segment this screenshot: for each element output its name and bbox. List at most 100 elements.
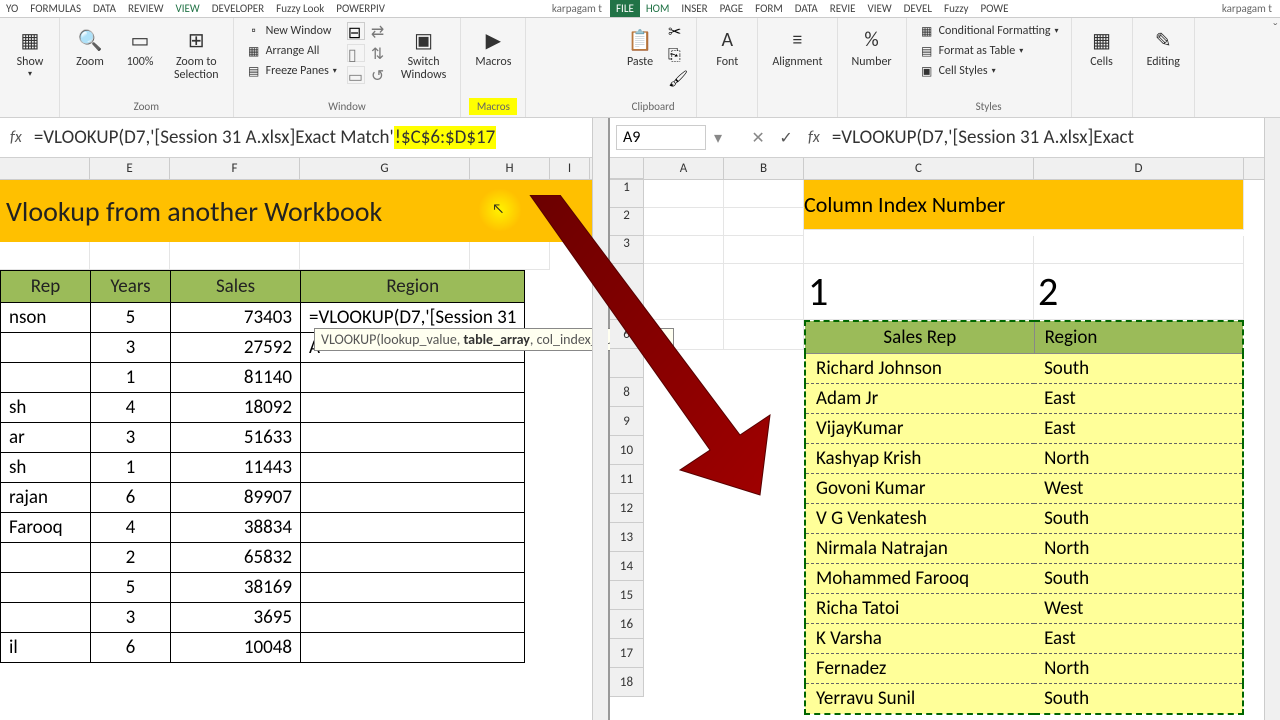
row-6[interactable]: 6	[610, 320, 644, 349]
split-icon[interactable]: ⊟	[347, 22, 365, 40]
col-G[interactable]: G	[300, 158, 470, 179]
cell-rep[interactable]: Richard Johnson	[805, 354, 1034, 384]
cell-sales[interactable]: 18092	[171, 393, 301, 423]
show-button[interactable]: ▦ Show ▾	[8, 22, 52, 81]
cell-region[interactable]	[301, 543, 525, 573]
tab-page[interactable]: PAGE	[714, 0, 749, 17]
cell-region[interactable]: East	[1034, 624, 1243, 654]
row-18[interactable]: 18	[610, 668, 644, 697]
fmt-table-button[interactable]: ▤Format as Table▾	[915, 42, 1063, 60]
cell-rep[interactable]: rajan	[1, 483, 91, 513]
col-B[interactable]: B	[724, 158, 804, 179]
cond-fmt-button[interactable]: ▦Conditional Formatting▾	[915, 22, 1063, 40]
row-14[interactable]: 14	[610, 552, 644, 581]
cell-years[interactable]: 6	[91, 633, 171, 663]
row-13[interactable]: 13	[610, 523, 644, 552]
fx-icon-right[interactable]: fx	[804, 128, 824, 147]
cell-rep[interactable]: il	[1, 633, 91, 663]
collapse-ribbon-icon[interactable]: ˇ	[1272, 20, 1278, 37]
cell-region[interactable]	[301, 513, 525, 543]
name-box[interactable]	[616, 125, 706, 150]
tab-view-r[interactable]: VIEW	[861, 0, 897, 17]
row-2[interactable]: 2	[610, 208, 644, 236]
cell-region[interactable]	[301, 573, 525, 603]
copy-icon[interactable]: ⎘	[668, 46, 688, 65]
cell-region[interactable]: North	[1034, 534, 1243, 564]
paste-button[interactable]: 📋Paste	[618, 22, 662, 71]
cell-years[interactable]: 5	[91, 573, 171, 603]
cell-rep[interactable]	[1, 333, 91, 363]
cell-region[interactable]	[301, 393, 525, 423]
tab-review-r[interactable]: REVIE	[824, 0, 862, 17]
tab-powerpivot[interactable]: POWERPIV	[330, 0, 391, 17]
cell-years[interactable]: 2	[91, 543, 171, 573]
cell-sales[interactable]: 38169	[171, 573, 301, 603]
tab-insert[interactable]: INSER	[675, 0, 713, 17]
cell-region[interactable]	[301, 453, 525, 483]
table-row[interactable]: Govoni KumarWest	[805, 474, 1243, 504]
cell-sales[interactable]: 10048	[171, 633, 301, 663]
row-17[interactable]: 17	[610, 639, 644, 668]
format-painter-icon[interactable]: 🖌	[668, 69, 688, 89]
table-row[interactable]: Yerravu SunilSouth	[805, 684, 1243, 715]
formula-bar-left[interactable]: =VLOOKUP(D7,'[Session 31 A.xlsx]Exact Ma…	[34, 126, 581, 149]
col-I[interactable]: I	[550, 158, 590, 179]
tab-data[interactable]: DATA	[87, 0, 122, 17]
new-window-button[interactable]: ▫New Window	[242, 22, 341, 40]
table-row[interactable]: Kashyap KrishNorth	[805, 444, 1243, 474]
cell-rep[interactable]: Fernadez	[805, 654, 1034, 684]
table-row[interactable]: 2 65832	[1, 543, 525, 573]
tab-devel-r[interactable]: DEVEL	[898, 0, 938, 17]
table-row[interactable]: 3 3695	[1, 603, 525, 633]
cell-rep[interactable]: sh	[1, 393, 91, 423]
cancel-formula-icon[interactable]: ✕	[748, 128, 768, 148]
table-row[interactable]: Nirmala NatrajanNorth	[805, 534, 1243, 564]
table-row[interactable]: Richard JohnsonSouth	[805, 354, 1243, 384]
cell-years[interactable]: 5	[91, 303, 171, 333]
zoom-selection-button[interactable]: ⊞Zoom to Selection	[168, 22, 225, 84]
table-row[interactable]: sh 1 11443	[1, 453, 525, 483]
tab-review[interactable]: REVIEW	[122, 0, 170, 17]
tab-data-r[interactable]: DATA	[789, 0, 824, 17]
freeze-panes-button[interactable]: ▤Freeze Panes▾	[242, 62, 341, 80]
macros-button[interactable]: ▶Macros	[469, 22, 517, 71]
cell-rep[interactable]: Yerravu Sunil	[805, 684, 1034, 715]
tab-formulas[interactable]: FORMULAS	[24, 0, 87, 17]
cell-region[interactable]	[301, 363, 525, 393]
cell-sales[interactable]: 38834	[171, 513, 301, 543]
cell-region[interactable]: West	[1034, 594, 1243, 624]
tab-form[interactable]: FORM	[749, 0, 789, 17]
cell-sales[interactable]: 73403	[171, 303, 301, 333]
table-row[interactable]: K VarshaEast	[805, 624, 1243, 654]
row-1[interactable]: 1	[610, 180, 644, 208]
cell-years[interactable]: 3	[91, 603, 171, 633]
row-3[interactable]: 3	[610, 236, 644, 264]
cell-years[interactable]: 4	[91, 393, 171, 423]
cell-sales[interactable]: 81140	[171, 363, 301, 393]
table-row[interactable]: Adam JrEast	[805, 384, 1243, 414]
row-[interactable]	[610, 349, 644, 378]
cell-region[interactable]: North	[1034, 654, 1243, 684]
cell-sales[interactable]: 89907	[171, 483, 301, 513]
tab-view[interactable]: VIEW	[170, 0, 206, 17]
alignment-button[interactable]: ≡Alignment	[766, 22, 828, 71]
cell-rep[interactable]: Mohammed Farooq	[805, 564, 1034, 594]
tab-yo[interactable]: YO	[0, 0, 24, 17]
cell-sales[interactable]: 27592	[171, 333, 301, 363]
cell-sales[interactable]: 3695	[171, 603, 301, 633]
number-button[interactable]: %Number	[846, 22, 898, 71]
accept-formula-icon[interactable]: ✓	[776, 128, 796, 148]
row-8[interactable]: 8	[610, 378, 644, 407]
cell-rep[interactable]: Nirmala Natrajan	[805, 534, 1034, 564]
col-H[interactable]: H	[470, 158, 550, 179]
row-16[interactable]: 16	[610, 610, 644, 639]
row-9[interactable]: 9	[610, 407, 644, 436]
table-row[interactable]: rajan 6 89907	[1, 483, 525, 513]
table-row[interactable]: sh 4 18092	[1, 393, 525, 423]
cell-rep[interactable]: nson	[1, 303, 91, 333]
table-row[interactable]: Richa TatoiWest	[805, 594, 1243, 624]
cell-sales[interactable]: 65832	[171, 543, 301, 573]
cell-region[interactable]: East	[1034, 384, 1243, 414]
cell-years[interactable]: 1	[91, 453, 171, 483]
cell-years[interactable]: 6	[91, 483, 171, 513]
